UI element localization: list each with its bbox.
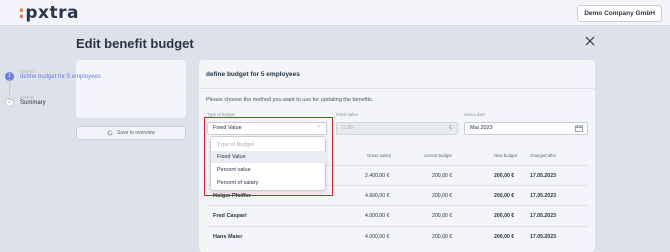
fixed-value-label: Fixed Value xyxy=(336,112,358,117)
column-header-new-budget: New budget xyxy=(494,153,517,158)
current-budget: 200,00 € xyxy=(432,234,453,240)
select-date-label: Select date xyxy=(464,112,485,117)
row-divider xyxy=(206,205,588,206)
date-value: Mai 2023 xyxy=(470,125,493,131)
new-budget: 200,00 € xyxy=(494,213,515,219)
dropdown-option-fixed-value[interactable]: Fixed Value xyxy=(211,151,327,163)
changed-after: 17.05.2023 xyxy=(530,173,556,179)
refresh-icon xyxy=(107,130,113,136)
new-budget: 200,00 € xyxy=(494,173,515,179)
card-title: define budget for 5 employees xyxy=(206,71,300,78)
fixed-value-input[interactable]: 0,00 € xyxy=(336,122,458,135)
step-number: 2 xyxy=(5,98,14,107)
column-header-current-budget: current budget xyxy=(424,153,452,158)
dropdown-option-placeholder: Type of Budget xyxy=(217,142,254,148)
new-budget: 200,00 € xyxy=(494,234,515,240)
new-budget: 200,00 € xyxy=(494,193,515,199)
save-to-overview-button[interactable]: Save to overview xyxy=(76,126,186,140)
employee-name: Fred Caspari xyxy=(213,213,247,219)
instruction-text: Please choose the method you want to use… xyxy=(206,97,374,103)
current-budget: 200,00 € xyxy=(432,213,453,219)
changed-after: 17.05.2023 xyxy=(530,193,556,199)
dropdown-option-percent-of-salary[interactable]: Percent of salary xyxy=(211,177,327,189)
app-logo[interactable]: :pxtra xyxy=(18,3,79,23)
gross-salary: 2.400,00 € xyxy=(365,173,390,179)
fixed-value-placeholder: 0,00 xyxy=(342,125,353,131)
top-bar: :pxtra Demo Company GmbH xyxy=(0,0,670,26)
changed-after: 17.05.2023 xyxy=(530,213,556,219)
dialog-title: Edit benefit budget xyxy=(76,36,194,51)
row-divider xyxy=(206,226,588,227)
dropdown-option-percent-value[interactable]: Percent value xyxy=(211,164,327,176)
gross-salary: 4.000,00 € xyxy=(365,213,390,219)
current-budget: 200,00 € xyxy=(432,173,453,179)
budget-type-dropdown: Type of Budget Fixed Value Percent value… xyxy=(210,136,327,191)
step-label: define budget for 5 employees xyxy=(20,74,101,80)
company-switcher-button[interactable]: Demo Company GmbH xyxy=(577,5,662,22)
step-connector xyxy=(9,79,10,95)
gross-salary: 4.000,00 € xyxy=(365,234,390,240)
divider xyxy=(199,88,595,89)
employee-name: Hans Maier xyxy=(213,234,243,240)
gross-salary: 4.600,00 € xyxy=(365,193,390,199)
column-header-gross-salary: Gross salary xyxy=(367,153,392,158)
close-icon[interactable] xyxy=(585,36,595,46)
calendar-icon[interactable] xyxy=(575,125,583,132)
step-label: Summary xyxy=(20,100,46,106)
column-header-changed-after: changed after xyxy=(530,153,557,158)
current-budget: 200,00 € xyxy=(432,193,453,199)
stepper-card xyxy=(76,60,186,118)
step-summary[interactable]: 2 STEP 02 Summary xyxy=(5,96,46,107)
save-button-label: Save to overview xyxy=(116,130,156,136)
currency-symbol: € xyxy=(448,125,452,131)
date-select[interactable]: Mai 2023 xyxy=(464,122,588,135)
changed-after: 17.05.2023 xyxy=(530,234,556,240)
step-define-budget[interactable]: 1 STEP 01 define budget for 5 employees xyxy=(5,70,101,81)
